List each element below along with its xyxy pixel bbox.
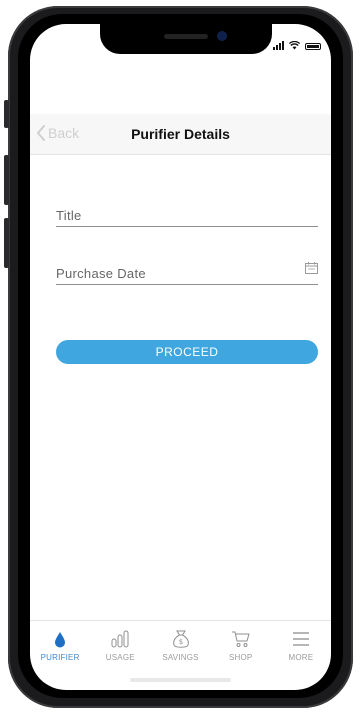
tab-label: PURIFIER (40, 653, 80, 662)
front-camera (218, 32, 226, 40)
water-drop-icon (55, 632, 66, 648)
tab-label: USAGE (105, 653, 135, 662)
tab-savings[interactable]: $ SAVINGS (150, 621, 210, 671)
tab-purifier[interactable]: PURIFIER (30, 621, 90, 671)
tab-usage[interactable]: USAGE (90, 621, 150, 671)
tab-more[interactable]: MORE (271, 621, 331, 671)
wifi-icon (289, 41, 300, 50)
title-input[interactable] (56, 208, 296, 223)
status-bar-icons (273, 40, 321, 50)
volume-down-button (4, 218, 9, 268)
tab-label: SAVINGS (162, 653, 199, 662)
tab-label: SHOP (228, 653, 253, 662)
page-title: Purifier Details (131, 126, 230, 142)
tab-label: MORE (288, 653, 314, 662)
shopping-cart-icon (231, 631, 250, 647)
tab-shop[interactable]: SHOP (211, 621, 271, 671)
proceed-button[interactable]: PROCEED (56, 340, 318, 364)
menu-icon (292, 632, 309, 646)
navigation-bar: Back Purifier Details (30, 114, 331, 155)
app-screen: Back Purifier Details PROCEED PURIFIER (30, 24, 331, 690)
svg-text:$: $ (178, 638, 182, 646)
volume-up-button (4, 155, 9, 205)
home-indicator[interactable] (130, 678, 231, 682)
title-field (56, 204, 318, 227)
earpiece-speaker (164, 34, 208, 39)
bottom-tab-bar: PURIFIER USAGE $ SAVINGS SHOP MORE (30, 620, 331, 671)
cellular-signal-icon (273, 41, 284, 50)
mute-switch (4, 100, 9, 128)
bar-chart-icon (111, 630, 129, 648)
notch (100, 24, 272, 54)
purchase-date-field (56, 262, 318, 285)
money-bag-icon: $ (172, 630, 189, 648)
purchase-date-input[interactable] (56, 266, 296, 281)
calendar-icon[interactable] (305, 262, 318, 274)
battery-icon (305, 43, 321, 50)
